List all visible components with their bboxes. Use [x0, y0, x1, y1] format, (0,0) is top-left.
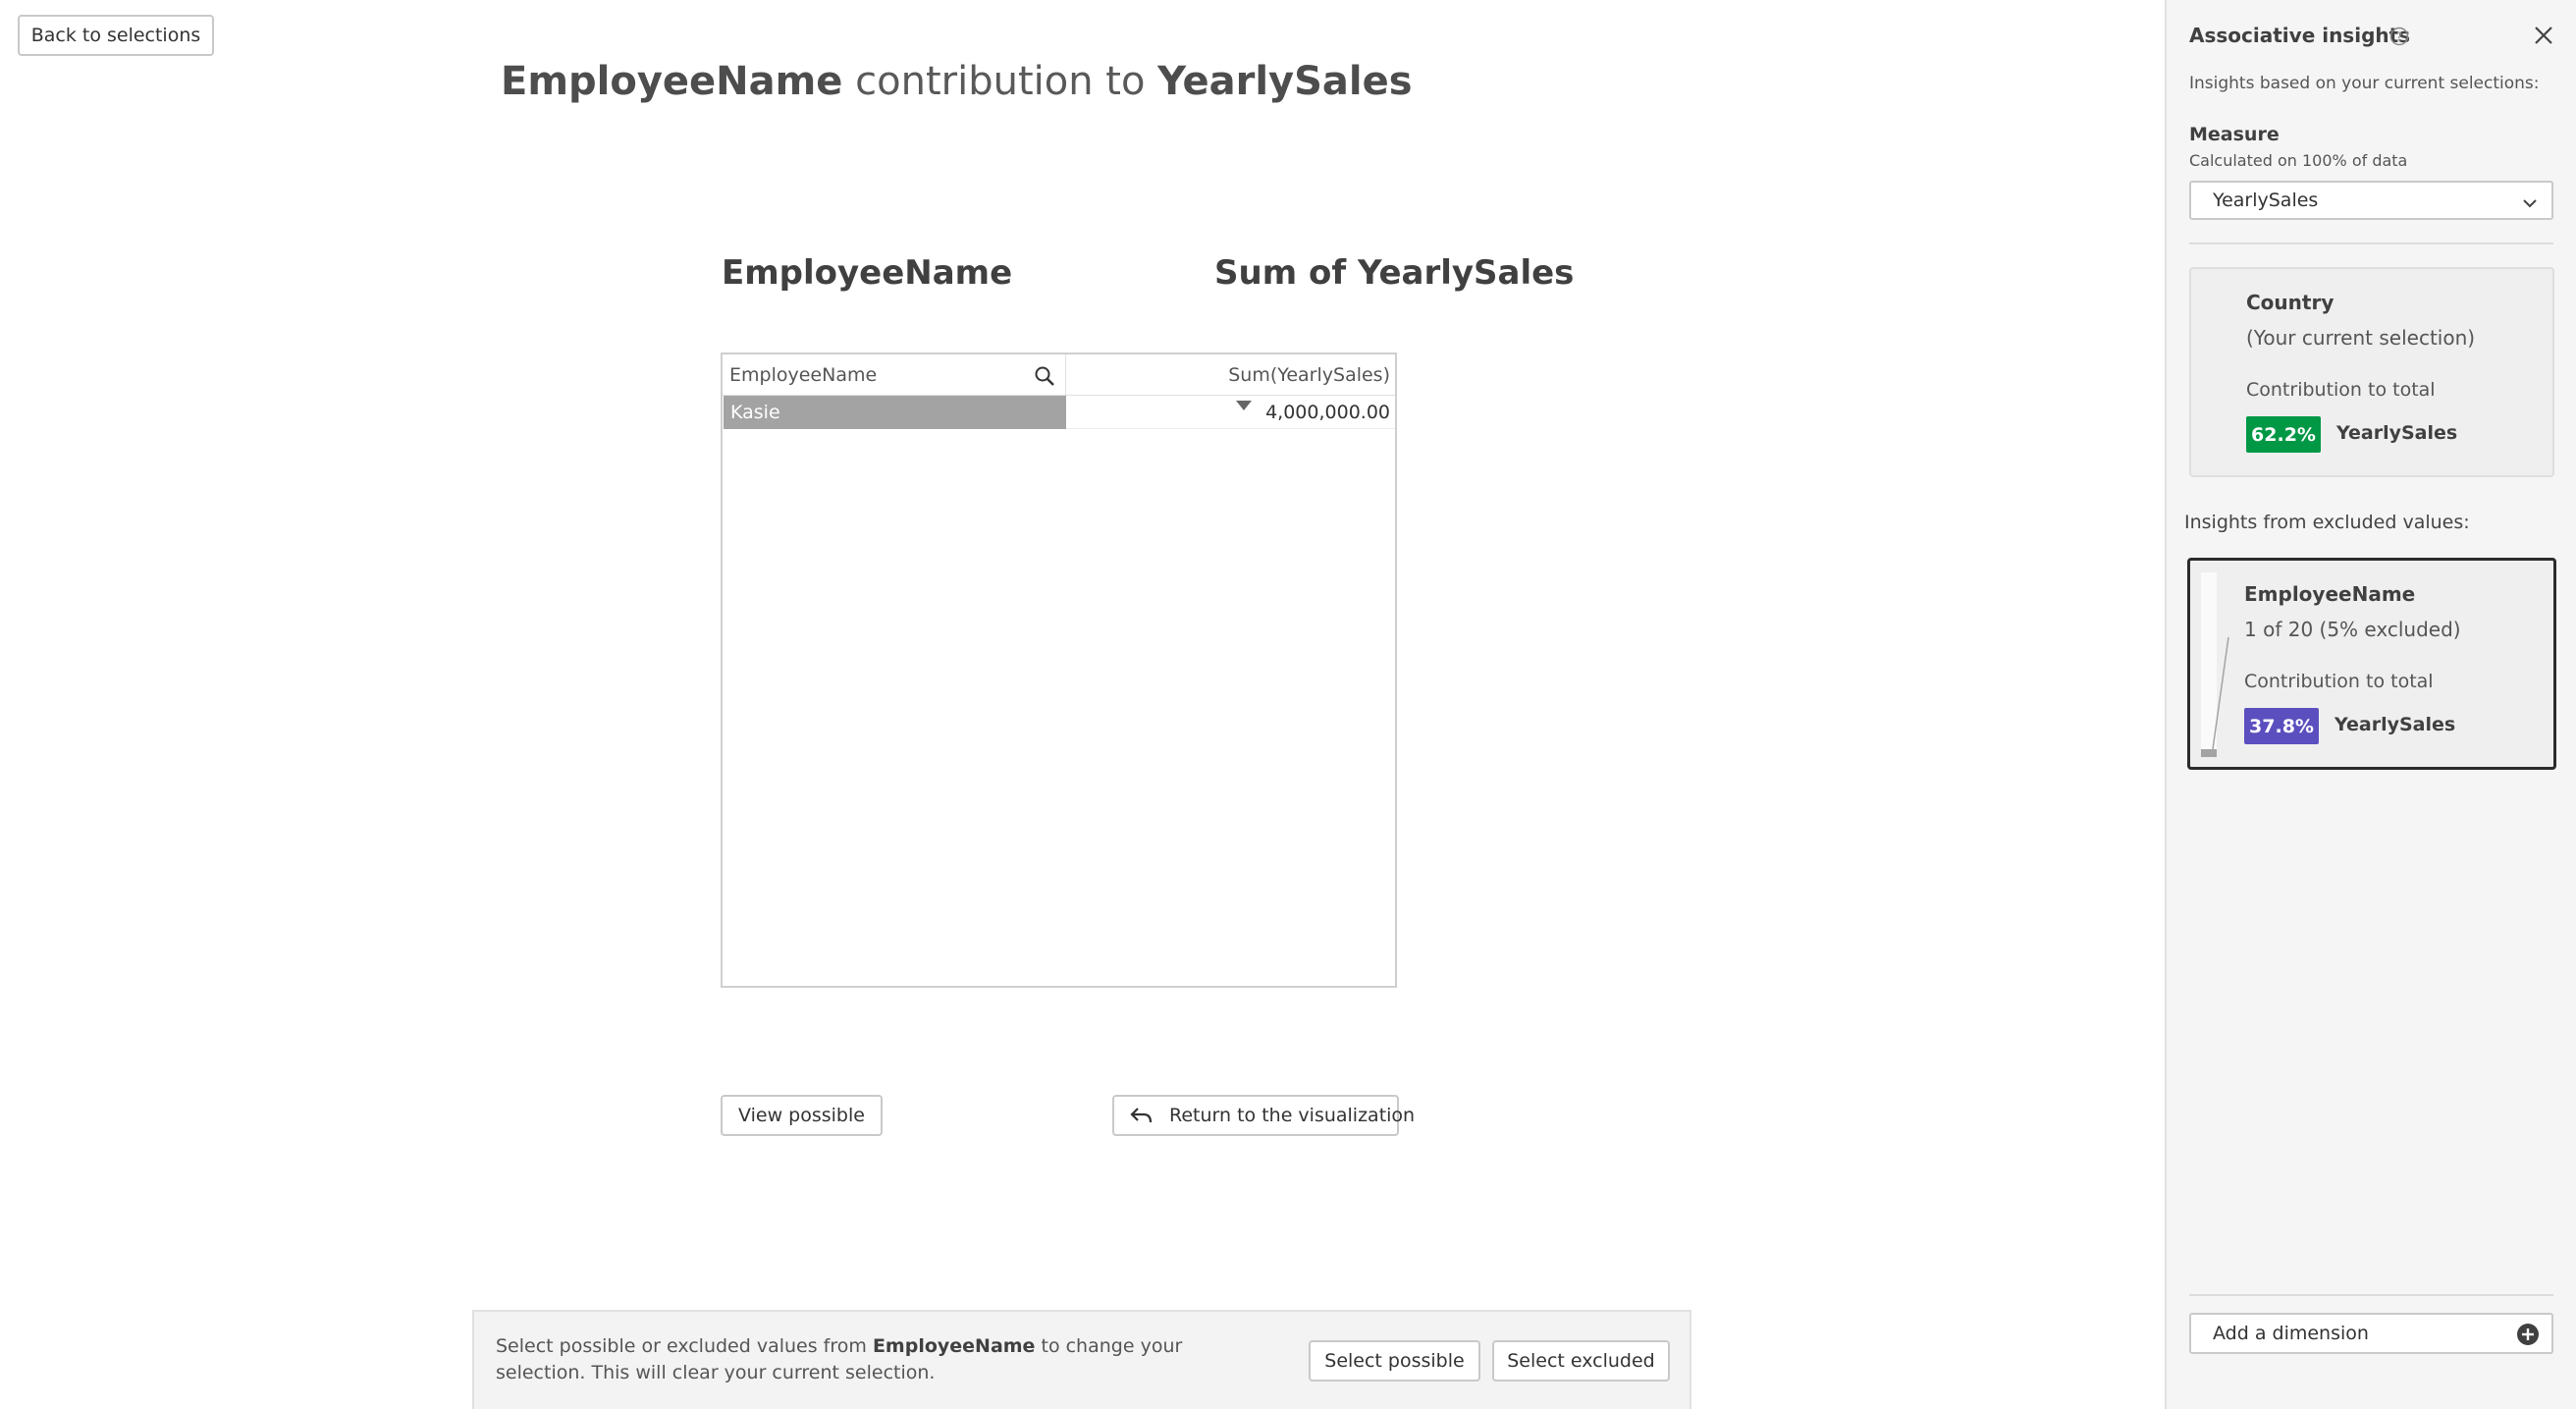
back-to-selections-button[interactable]: Back to selections [18, 15, 214, 56]
info-text-before: Select possible or excluded values from [496, 1335, 873, 1357]
add-dimension-button[interactable]: Add a dimension [2189, 1313, 2553, 1354]
card-field: EmployeeName [2244, 582, 2416, 606]
measure-note: Calculated on 100% of data [2189, 151, 2408, 170]
table-row-value-cell: 4,000,000.00 [1066, 396, 1395, 429]
select-excluded-button[interactable]: Select excluded [1492, 1340, 1670, 1382]
measure-select[interactable]: YearlySales [2189, 181, 2553, 220]
card-field: Country [2246, 291, 2334, 314]
help-icon[interactable]: ? [2389, 27, 2409, 46]
column-header-label: Sum(YearlySales) [1228, 363, 1390, 386]
card-contribution-label: Contribution to total [2246, 379, 2436, 401]
return-arrow-icon [1130, 1106, 1154, 1125]
divider [2189, 243, 2553, 244]
chevron-down-icon [2522, 193, 2538, 215]
page-title: EmployeeName contribution to YearlySales [501, 59, 1413, 104]
view-possible-button[interactable]: View possible [721, 1095, 883, 1136]
panel-title: Associative insights [2189, 24, 2411, 47]
card-measure: YearlySales [2336, 422, 2458, 444]
selection-info-text: Select possible or excluded values from … [496, 1333, 1271, 1386]
measure-label: Measure [2189, 124, 2280, 145]
table-row-name-cell[interactable]: Kasie [724, 396, 1066, 429]
card-contribution-label: Contribution to total [2244, 671, 2434, 692]
measure-select-value: YearlySales [2213, 190, 2319, 211]
insight-card-current[interactable]: Country (Your current selection) Contrib… [2189, 267, 2554, 477]
associative-insights-panel: Associative insights ? Insights based on… [2165, 0, 2576, 1409]
close-icon[interactable] [2533, 25, 2554, 46]
plus-circle-icon [2516, 1323, 2540, 1351]
divider [2189, 1294, 2553, 1296]
panel-subtitle: Insights based on your current selection… [2189, 74, 2540, 93]
status-badge: 37.8% [2244, 708, 2319, 744]
mini-bar-chart [2201, 572, 2229, 757]
card-note: 1 of 20 (5% excluded) [2244, 618, 2461, 641]
headline-dimension: EmployeeName [501, 59, 843, 104]
status-badge: 62.2% [2246, 416, 2321, 453]
return-label: Return to the visualization [1169, 1105, 1416, 1126]
headline-measure: YearlySales [1157, 59, 1413, 104]
search-icon[interactable] [1034, 365, 1055, 387]
column-header-employeename[interactable]: EmployeeName [723, 354, 1066, 396]
add-dimension-label: Add a dimension [2213, 1323, 2369, 1344]
measure-title: Sum of YearlySales [1214, 253, 1575, 293]
column-header-label: EmployeeName [729, 363, 878, 386]
dimension-title: EmployeeName [722, 253, 1013, 293]
headline-middle: contribution to [842, 59, 1158, 104]
select-possible-button[interactable]: Select possible [1309, 1340, 1480, 1382]
card-note: (Your current selection) [2246, 326, 2476, 350]
card-measure: YearlySales [2334, 714, 2456, 735]
column-header-sum-yearlysales[interactable]: Sum(YearlySales) [1066, 354, 1395, 396]
row-value: 4,000,000.00 [1265, 401, 1390, 423]
selection-info-bar: Select possible or excluded values from … [472, 1310, 1691, 1409]
row-name: Kasie [730, 402, 780, 423]
data-table: EmployeeName Sum(YearlySales) Kasie 4,00… [721, 352, 1397, 988]
svg-text:?: ? [2396, 30, 2402, 44]
info-field: EmployeeName [872, 1335, 1036, 1357]
return-to-visualization-button[interactable]: Return to the visualization [1112, 1095, 1415, 1136]
insight-card-excluded[interactable]: EmployeeName 1 of 20 (5% excluded) Contr… [2187, 558, 2556, 770]
excluded-heading: Insights from excluded values: [2184, 512, 2470, 533]
